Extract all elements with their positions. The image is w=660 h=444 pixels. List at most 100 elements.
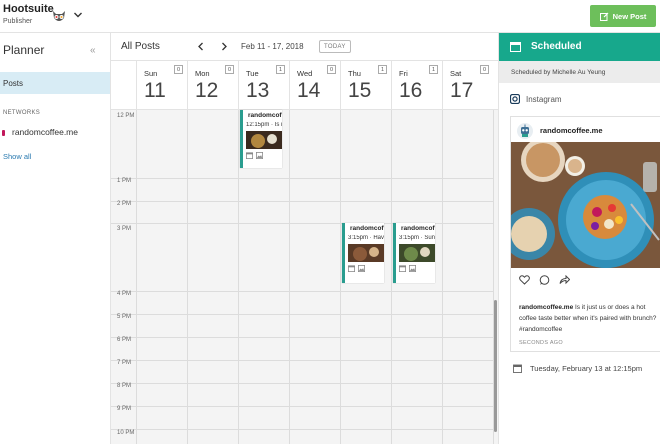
hour-label: 6 PM <box>117 337 132 343</box>
comment-icon[interactable] <box>539 275 550 285</box>
hour-label: 4 PM <box>117 291 132 297</box>
post-timestamp: SECONDS AGO <box>519 340 563 346</box>
day-of-week: Tue <box>246 69 259 78</box>
day-number: 13 <box>246 79 270 102</box>
chevron-left-icon <box>198 42 203 51</box>
product-name: Publisher <box>3 18 33 25</box>
calendar-icon <box>513 364 522 373</box>
day-header-sat[interactable]: Sat 17 0 <box>442 61 493 110</box>
hour-divider <box>111 291 493 292</box>
sidebar-item-label: Posts <box>3 78 24 88</box>
post-card-icons <box>246 152 263 159</box>
hour-label: 12 PM <box>117 113 135 119</box>
hour-divider <box>111 178 493 179</box>
post-caption: randomcoffee.me Is it just us or does a … <box>519 302 660 335</box>
day-column-divider <box>187 110 188 444</box>
collapse-icon[interactable]: « <box>90 45 96 56</box>
hour-label: 3 PM <box>117 226 132 232</box>
scheduled-post-card[interactable]: randomcoffee.me 12:15pm · Is it just us <box>240 110 282 168</box>
day-column-divider <box>238 110 239 444</box>
hour-divider <box>111 429 493 430</box>
day-number: 15 <box>348 79 372 102</box>
new-post-button[interactable]: New Post <box>590 5 656 27</box>
post-count-badge: 0 <box>327 65 336 74</box>
sidebar-item-posts[interactable]: Posts <box>0 72 110 94</box>
compose-icon <box>599 12 609 21</box>
day-column-divider <box>289 110 290 444</box>
day-header-sun[interactable]: Sun 11 0 <box>136 61 187 110</box>
hour-label: 5 PM <box>117 314 132 320</box>
post-account: randomcoffee.me <box>248 112 282 119</box>
planner-sidebar: Planner « Posts NETWORKS randomcoffee.me… <box>0 33 111 444</box>
post-card-icons <box>399 265 416 272</box>
next-week-button[interactable] <box>218 40 230 53</box>
week-calendar: Sun 11 0 Mon 12 0 Tue 13 1 Wed 14 0 Thu 15 1 Fri 16 1 Sat 1… <box>111 61 498 444</box>
avatar <box>517 123 533 139</box>
share-icon[interactable] <box>559 275 570 285</box>
post-count-badge: 0 <box>174 65 183 74</box>
hour-divider <box>111 406 493 407</box>
network-label: Instagram <box>526 95 562 104</box>
day-header-tue[interactable]: Tue 13 1 <box>238 61 289 110</box>
caption-username: randomcoffee.me <box>519 304 574 311</box>
post-card-header: randomcoffee.me <box>348 225 384 232</box>
top-bar: Hootsuite Publisher New Post <box>0 0 660 33</box>
previous-week-button[interactable] <box>195 40 207 53</box>
day-header-mon[interactable]: Mon 12 0 <box>187 61 238 110</box>
hour-label: 8 PM <box>117 383 132 389</box>
brand-name[interactable]: Hootsuite <box>3 3 54 15</box>
calendar-icon <box>348 265 355 272</box>
day-of-week: Thu <box>348 69 361 78</box>
heart-icon[interactable] <box>519 275 530 285</box>
sidebar-title: Planner <box>3 43 45 57</box>
hour-divider <box>111 383 493 384</box>
post-card-header: randomcoffee.me <box>399 225 435 232</box>
instagram-icon <box>510 94 520 104</box>
image-icon <box>358 265 365 272</box>
day-of-week: Sat <box>450 69 462 78</box>
day-number: 17 <box>450 79 474 102</box>
image-icon <box>409 265 416 272</box>
post-time: 12:15pm · Is it just us <box>246 122 282 128</box>
day-column-divider <box>442 110 443 444</box>
post-count-badge: 0 <box>225 65 234 74</box>
post-thumbnail <box>399 244 435 262</box>
day-header-fri[interactable]: Fri 16 1 <box>391 61 442 110</box>
day-header-thu[interactable]: Thu 15 1 <box>340 61 391 110</box>
today-button[interactable]: TODAY <box>319 40 351 53</box>
network-color-indicator <box>2 130 5 136</box>
panel-title: Scheduled <box>531 41 582 52</box>
post-count-badge: 0 <box>480 65 489 74</box>
day-column-divider <box>340 110 341 444</box>
post-thumbnail <box>246 131 282 149</box>
hour-label: 9 PM <box>117 406 132 412</box>
post-account: randomcoffee.me <box>350 225 384 232</box>
chevron-down-icon[interactable] <box>73 10 83 20</box>
hour-divider <box>111 337 493 338</box>
networks-heading: NETWORKS <box>3 110 41 116</box>
show-all-link[interactable]: Show all <box>3 152 31 161</box>
day-number: 16 <box>399 79 423 102</box>
calendar-grid[interactable]: 12 PM 1 PM 2 PM 3 PM 4 PM 5 PM 6 PM 7 PM 8 PM 9 P… <box>111 110 498 444</box>
day-header-row: Sun 11 0 Mon 12 0 Tue 13 1 Wed 14 0 Thu 15 1 Fri 16 1 Sat 1… <box>111 61 498 110</box>
scheduled-post-card[interactable]: randomcoffee.me 3:15pm · Sunday <box>393 223 435 283</box>
post-account: randomcoffee.me <box>401 225 435 232</box>
scheduled-panel: Scheduled Scheduled by Michelle Au Yeung… <box>498 33 660 444</box>
scheduled-by: Scheduled by Michelle Au Yeung <box>499 61 660 83</box>
post-actions <box>519 275 570 285</box>
day-column-divider <box>136 110 137 444</box>
view-title[interactable]: All Posts <box>121 41 160 52</box>
calendar-toolbar: All Posts Feb 11 - 17, 2018 TODAY <box>111 33 498 61</box>
post-card-icons <box>348 265 365 272</box>
calendar-icon <box>246 152 253 159</box>
post-time: 3:15pm · Have <box>348 235 384 241</box>
day-header-wed[interactable]: Wed 14 0 <box>289 61 340 110</box>
scheduled-post-card[interactable]: randomcoffee.me 3:15pm · Have <box>342 223 384 283</box>
vertical-scrollbar[interactable] <box>494 300 497 432</box>
sidebar-network-item[interactable]: randomcoffee.me <box>12 127 78 137</box>
hour-divider <box>111 314 493 315</box>
post-count-badge: 1 <box>276 65 285 74</box>
image-icon <box>256 152 263 159</box>
day-number: 14 <box>297 79 321 102</box>
post-photo <box>511 142 660 268</box>
